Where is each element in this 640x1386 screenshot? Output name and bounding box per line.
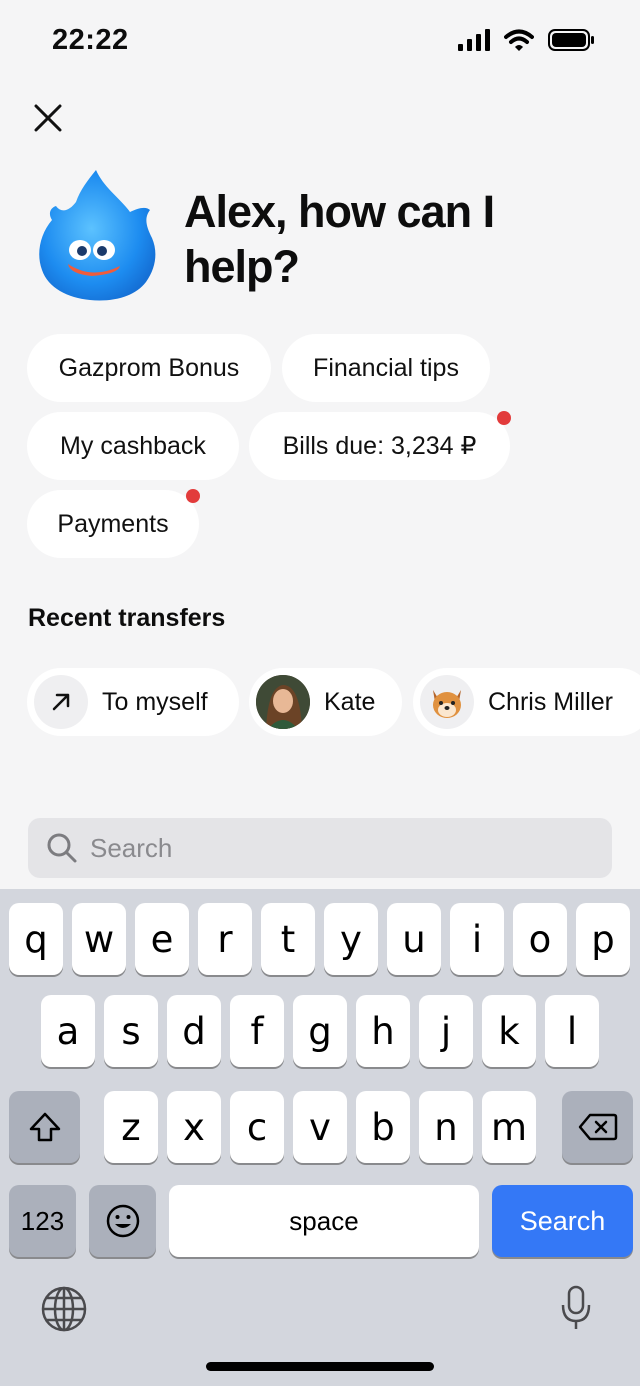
key-p[interactable]: p (576, 903, 630, 975)
chip-bills-due[interactable]: Bills due: 3,234 ₽ (249, 412, 510, 480)
close-icon (34, 104, 62, 132)
transfer-label: To myself (102, 687, 208, 716)
transfer-chris-miller[interactable]: Chris Miller (413, 668, 640, 736)
transfer-label: Kate (324, 687, 376, 716)
search-placeholder: Search (90, 832, 173, 863)
numbers-key[interactable]: 123 (9, 1185, 76, 1257)
key-n[interactable]: n (419, 1091, 473, 1163)
search-key[interactable]: Search (492, 1185, 633, 1257)
emoji-key[interactable] (89, 1185, 156, 1257)
key-j[interactable]: j (419, 995, 473, 1067)
chip-financial-tips[interactable]: Financial tips (282, 334, 490, 402)
globe-icon[interactable] (40, 1285, 88, 1338)
chip-label: My cashback (60, 431, 206, 460)
key-k[interactable]: k (482, 995, 536, 1067)
search-icon (46, 832, 78, 864)
key-g[interactable]: g (293, 995, 347, 1067)
backspace-icon (578, 1113, 617, 1141)
chip-label: Payments (57, 509, 169, 538)
keyboard: q w e r t y u i o p a s d f g h j k l z … (0, 889, 640, 1386)
mascot-avatar (34, 168, 160, 302)
section-title: Recent transfers (28, 604, 226, 632)
key-b[interactable]: b (356, 1091, 410, 1163)
battery-icon (548, 28, 596, 57)
home-indicator (206, 1362, 434, 1371)
status-time: 22:22 (52, 24, 129, 56)
kate-avatar (256, 675, 310, 729)
dog-avatar-icon (420, 675, 474, 729)
key-o[interactable]: o (513, 903, 567, 975)
transfer-label: Chris Miller (488, 687, 613, 716)
key-c[interactable]: c (230, 1091, 284, 1163)
key-v[interactable]: v (293, 1091, 347, 1163)
key-h[interactable]: h (356, 995, 410, 1067)
key-e[interactable]: e (135, 903, 189, 975)
shift-icon (29, 1112, 60, 1142)
chip-label: Bills due: 3,234 ₽ (282, 432, 477, 460)
chip-gazprom-bonus[interactable]: Gazprom Bonus (27, 334, 271, 402)
cellular-signal-icon (458, 29, 490, 56)
page-title: Alex, how can I help? (184, 186, 495, 292)
key-s[interactable]: s (104, 995, 158, 1067)
arrow-up-right-icon (34, 675, 88, 729)
chip-label: Gazprom Bonus (58, 353, 240, 382)
chip-payments[interactable]: Payments (27, 490, 199, 558)
key-i[interactable]: i (450, 903, 504, 975)
search-input[interactable]: Search (28, 818, 612, 878)
transfer-kate[interactable]: Kate (249, 668, 402, 736)
emoji-icon (106, 1204, 139, 1238)
key-t[interactable]: t (261, 903, 315, 975)
backspace-key[interactable] (562, 1091, 633, 1163)
key-r[interactable]: r (198, 903, 252, 975)
close-button[interactable] (28, 98, 68, 138)
notification-dot (186, 489, 200, 503)
key-w[interactable]: w (72, 903, 126, 975)
key-m[interactable]: m (482, 1091, 536, 1163)
space-key[interactable]: space (169, 1185, 479, 1257)
key-f[interactable]: f (230, 995, 284, 1067)
key-x[interactable]: x (167, 1091, 221, 1163)
key-u[interactable]: u (387, 903, 441, 975)
status-icons (458, 28, 596, 57)
chip-label: Financial tips (313, 353, 459, 382)
transfer-to-myself[interactable]: To myself (27, 668, 239, 736)
key-l[interactable]: l (545, 995, 599, 1067)
wifi-icon (504, 29, 534, 56)
notification-dot (497, 411, 511, 425)
key-y[interactable]: y (324, 903, 378, 975)
microphone-icon[interactable] (560, 1285, 592, 1336)
key-d[interactable]: d (167, 995, 221, 1067)
key-a[interactable]: a (41, 995, 95, 1067)
key-z[interactable]: z (104, 1091, 158, 1163)
key-q[interactable]: q (9, 903, 63, 975)
chip-my-cashback[interactable]: My cashback (27, 412, 239, 480)
shift-key[interactable] (9, 1091, 80, 1163)
